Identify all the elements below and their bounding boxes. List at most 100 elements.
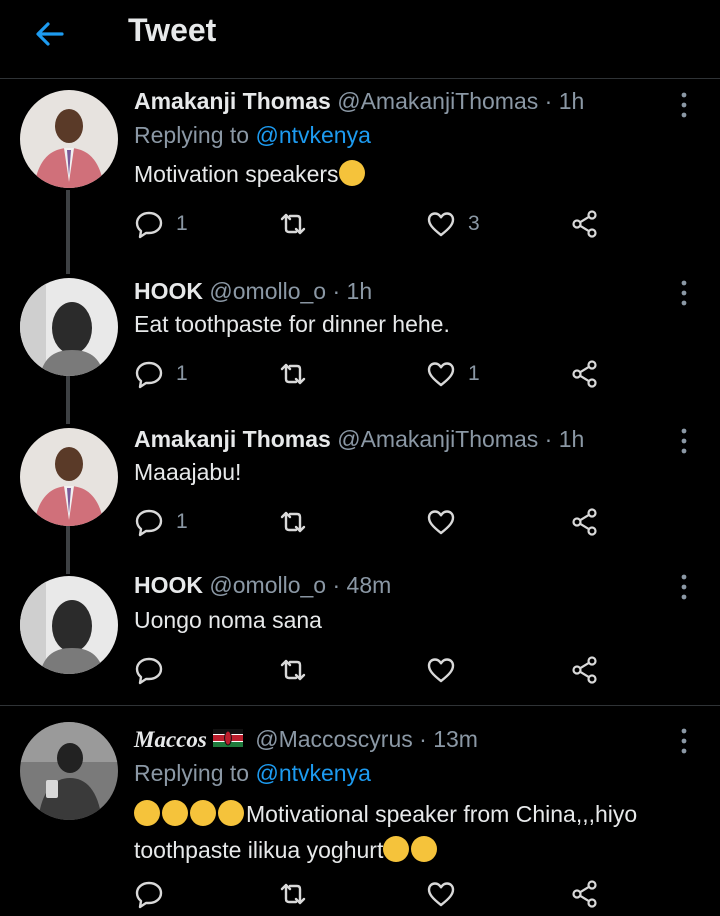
back-button[interactable] [32,16,68,52]
tweet-header: Amakanji Thomas @AmakanjiThomas · 1h [134,88,584,115]
user-handle[interactable]: @omollo_o [209,278,326,304]
tears-of-joy-emoji-icon [338,160,365,186]
reply-button[interactable]: 1 [134,504,188,540]
more-vertical-icon [681,428,687,454]
share-button[interactable] [570,876,600,912]
user-handle[interactable]: @AmakanjiThomas [337,88,538,114]
timestamp[interactable]: 13m [433,726,478,752]
like-button[interactable]: 1 [426,356,480,392]
more-options-button[interactable] [672,424,696,458]
retweet-button[interactable] [278,356,320,392]
like-count: 1 [468,362,480,385]
replying-to: Replying to @ntvkenya [134,760,371,787]
tweet-header: HOOK @omollo_o · 48m [134,572,391,599]
user-handle[interactable]: @omollo_o [209,572,326,598]
heart-icon [427,510,455,535]
top-bar: Tweet [0,0,720,79]
reply-icon [135,211,163,239]
reply-icon [135,881,163,909]
timestamp[interactable]: 1h [347,278,373,304]
retweet-icon [280,659,306,681]
like-button[interactable] [426,876,468,912]
timestamp[interactable]: 1h [559,88,585,114]
mention-link[interactable]: @ntvkenya [255,122,370,148]
divider [0,705,720,706]
retweet-icon [280,511,306,533]
display-name[interactable]: HOOK [134,278,203,304]
share-icon [572,656,597,684]
separator-dot: · [544,426,553,452]
page-title: Tweet [128,12,217,48]
display-name[interactable]: Amakanji Thomas [134,88,331,114]
user-handle[interactable]: @Maccoscyrus [255,726,413,752]
more-vertical-icon [681,574,687,600]
retweet-icon [280,363,306,385]
separator-dot: · [544,88,553,114]
share-button[interactable] [570,504,600,540]
tweet-actions [134,652,614,688]
retweet-button[interactable] [278,652,320,688]
tweet[interactable]: HOOK @omollo_o · 48m Uongo noma sana [0,568,720,704]
avatar-image [20,722,118,820]
display-name[interactable]: HOOK [134,572,203,598]
more-vertical-icon [681,280,687,306]
tweet[interactable]: Amakanji Thomas @AmakanjiThomas · 1h Maa… [0,420,720,570]
like-button[interactable]: 3 [426,206,480,242]
rolling-laughing-emoji-icon [218,800,244,826]
tweet-text-content: Motivation speakers [134,161,339,187]
more-options-button[interactable] [672,724,696,758]
avatar[interactable] [20,90,118,188]
share-icon [572,360,597,388]
tweet[interactable]: Amakanji Thomas @AmakanjiThomas · 1h Rep… [0,80,720,280]
heart-icon [427,658,455,683]
display-name[interactable]: Amakanji Thomas [134,426,331,452]
reply-button[interactable] [134,652,176,688]
share-button[interactable] [570,652,600,688]
timestamp[interactable]: 48m [347,572,392,598]
tweet-text: Motivational speaker from China,,,hiyo t… [134,796,694,868]
rolling-laughing-emoji-icon [134,800,160,826]
more-options-button[interactable] [672,88,696,122]
avatar[interactable] [20,722,118,820]
more-options-button[interactable] [672,276,696,310]
tweet-actions [134,876,614,912]
avatar[interactable] [20,576,118,674]
reply-button[interactable] [134,876,176,912]
share-button[interactable] [570,206,600,242]
reply-button[interactable]: 1 [134,356,188,392]
timestamp[interactable]: 1h [559,426,585,452]
retweet-button[interactable] [278,876,320,912]
tweet-header: HOOK @omollo_o · 1h [134,278,372,305]
reply-icon [135,657,163,685]
separator-dot: · [332,278,341,304]
tweet-actions: 1 3 [134,206,614,242]
like-button[interactable] [426,652,468,688]
share-button[interactable] [570,356,600,392]
share-icon [572,880,597,908]
avatar[interactable] [20,428,118,526]
tweet[interactable]: Maccos @Maccoscyrus · 13m Replying to @n… [0,716,720,916]
heart-icon [427,362,455,387]
display-name[interactable]: Maccos [134,727,207,752]
tweet-text: Motivation speakers [134,156,694,192]
like-button[interactable] [426,504,468,540]
more-options-button[interactable] [672,570,696,604]
retweet-button[interactable] [278,504,320,540]
heart-icon [427,212,455,237]
reply-button[interactable]: 1 [134,206,188,242]
tweet[interactable]: HOOK @omollo_o · 1h Eat toothpaste for d… [0,270,720,420]
kenya-flag-icon [212,729,243,747]
user-handle[interactable]: @AmakanjiThomas [337,426,538,452]
tweet-text: Maaajabu! [134,459,242,485]
avatar[interactable] [20,278,118,376]
avatar-image [20,278,118,376]
share-icon [572,508,597,536]
replying-to: Replying to @ntvkenya [134,122,371,149]
avatar-image [20,428,118,526]
mention-link[interactable]: @ntvkenya [255,760,370,786]
avatar-image [20,576,118,674]
tweet-text-content: toothpaste ilikua yoghurt [134,837,384,863]
retweet-button[interactable] [278,206,320,242]
reply-icon [135,361,163,389]
rolling-laughing-emoji-icon [190,800,216,826]
